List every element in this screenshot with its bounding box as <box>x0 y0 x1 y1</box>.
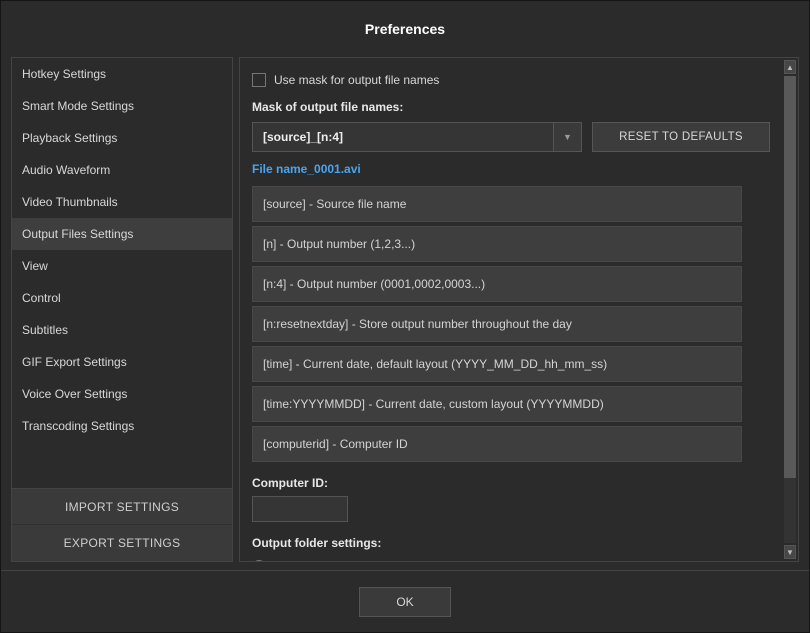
mask-token-item[interactable]: [computerid] - Computer ID <box>252 426 742 462</box>
mask-token-item[interactable]: [n:resetnextday] - Store output number t… <box>252 306 742 342</box>
export-settings-button[interactable]: EXPORT SETTINGS <box>12 525 232 561</box>
mask-token-item[interactable]: [n] - Output number (1,2,3...) <box>252 226 742 262</box>
mask-input-wrap: ▼ <box>252 122 582 152</box>
radio-same-folder-row: Save to the same folder as input file <box>252 556 770 561</box>
filename-preview: File name_0001.avi <box>252 162 770 176</box>
sidebar-item-label: Output Files Settings <box>22 227 133 241</box>
mask-token-item[interactable]: [time:YYYYMMDD] - Current date, custom l… <box>252 386 742 422</box>
sidebar-item[interactable]: Voice Over Settings <box>12 378 232 410</box>
sidebar-item-label: Audio Waveform <box>22 163 110 177</box>
sidebar-item[interactable]: Output Files Settings <box>12 218 232 250</box>
ok-button[interactable]: OK <box>359 587 451 617</box>
mask-section-label: Mask of output file names: <box>252 100 770 114</box>
output-folder-section-label: Output folder settings: <box>252 536 770 550</box>
sidebar-item[interactable]: Transcoding Settings <box>12 410 232 442</box>
sidebar-item[interactable]: Subtitles <box>12 314 232 346</box>
sidebar-item[interactable]: Video Thumbnails <box>12 186 232 218</box>
computer-id-label: Computer ID: <box>252 476 770 490</box>
sidebar-item-label: Subtitles <box>22 323 68 337</box>
chevron-up-icon: ▲ <box>786 63 794 72</box>
sidebar-nav: Hotkey Settings Smart Mode Settings Playba… <box>12 58 232 488</box>
sidebar-item-label: Voice Over Settings <box>22 387 127 401</box>
footer: OK <box>1 570 809 632</box>
sidebar-item[interactable]: Audio Waveform <box>12 154 232 186</box>
import-settings-button[interactable]: IMPORT SETTINGS <box>12 489 232 525</box>
radio-same-folder-label: Save to the same folder as input file <box>274 560 465 561</box>
chevron-down-icon: ▼ <box>786 548 794 557</box>
vertical-scrollbar[interactable]: ▲ ▼ <box>782 58 798 561</box>
scroll-up-button[interactable]: ▲ <box>784 60 796 74</box>
use-mask-label: Use mask for output file names <box>274 73 439 87</box>
mask-row: ▼ RESET TO DEFAULTS <box>252 122 770 152</box>
mask-dropdown-button[interactable]: ▼ <box>553 123 581 151</box>
scrollbar-thumb[interactable] <box>784 76 796 478</box>
radio-same-folder[interactable] <box>252 560 266 561</box>
sidebar-item-label: Control <box>22 291 61 305</box>
sidebar: Hotkey Settings Smart Mode Settings Playba… <box>11 57 233 562</box>
mask-token-item[interactable]: [n:4] - Output number (0001,0002,0003...… <box>252 266 742 302</box>
sidebar-item[interactable]: Playback Settings <box>12 122 232 154</box>
body: Hotkey Settings Smart Mode Settings Playba… <box>1 57 809 570</box>
sidebar-item-label: Smart Mode Settings <box>22 99 134 113</box>
main-panel: Use mask for output file names Mask of o… <box>239 57 799 562</box>
mask-input[interactable] <box>253 123 553 151</box>
use-mask-checkbox[interactable] <box>252 73 266 87</box>
sidebar-item[interactable]: Smart Mode Settings <box>12 90 232 122</box>
sidebar-item[interactable]: Hotkey Settings <box>12 58 232 90</box>
sidebar-item[interactable]: Control <box>12 282 232 314</box>
mask-token-list: [source] - Source file name [n] - Output … <box>252 186 742 462</box>
reset-defaults-button[interactable]: RESET TO DEFAULTS <box>592 122 770 152</box>
scrollbar-track[interactable] <box>784 76 796 543</box>
sidebar-item[interactable]: GIF Export Settings <box>12 346 232 378</box>
window-title: Preferences <box>365 21 445 37</box>
mask-token-item[interactable]: [time] - Current date, default layout (Y… <box>252 346 742 382</box>
sidebar-item-label: Playback Settings <box>22 131 117 145</box>
preferences-window: Preferences Hotkey Settings Smart Mode Se… <box>0 0 810 633</box>
titlebar: Preferences <box>1 1 809 57</box>
sidebar-item[interactable]: View <box>12 250 232 282</box>
mask-token-item[interactable]: [source] - Source file name <box>252 186 742 222</box>
sidebar-item-label: GIF Export Settings <box>22 355 127 369</box>
sidebar-item-label: Transcoding Settings <box>22 419 134 433</box>
chevron-down-icon: ▼ <box>563 132 572 142</box>
scroll-down-button[interactable]: ▼ <box>784 545 796 559</box>
sidebar-buttons: IMPORT SETTINGS EXPORT SETTINGS <box>12 488 232 561</box>
use-mask-row: Use mask for output file names <box>252 68 770 92</box>
sidebar-item-label: View <box>22 259 48 273</box>
computer-id-input[interactable] <box>252 496 348 522</box>
sidebar-item-label: Video Thumbnails <box>22 195 118 209</box>
main-content: Use mask for output file names Mask of o… <box>240 58 782 561</box>
sidebar-item-label: Hotkey Settings <box>22 67 106 81</box>
